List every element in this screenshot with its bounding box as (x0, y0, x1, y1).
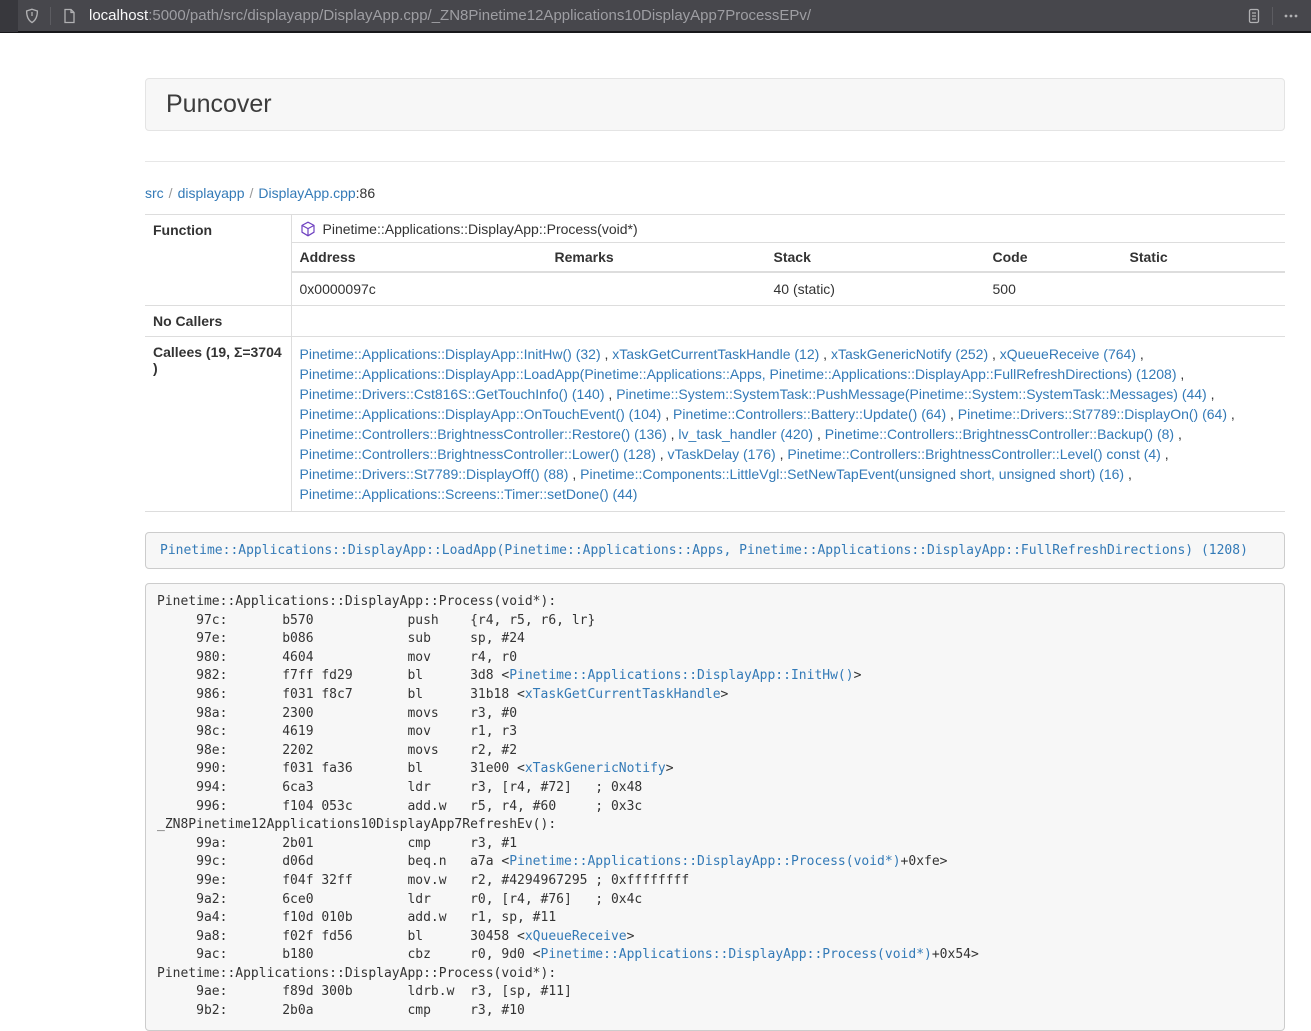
no-callers-row: No Callers (145, 306, 1285, 337)
code-value: 500 (985, 272, 1122, 305)
stack-value: 40 (static) (766, 272, 985, 305)
no-callers-label: No Callers (145, 306, 291, 337)
callee-link[interactable]: vTaskDelay (176) (668, 446, 776, 462)
symbol-link[interactable]: xTaskGenericNotify (525, 761, 666, 776)
function-label: Function (145, 215, 291, 306)
callee-separator: , (568, 466, 580, 482)
remarks-value (547, 272, 766, 305)
callees-label: Callees (19, Σ=3704 ) (145, 337, 291, 512)
breadcrumb-separator: / (169, 185, 173, 201)
callee-separator: , (601, 346, 613, 362)
highlighted-callee-panel: Pinetime::Applications::DisplayApp::Load… (145, 532, 1285, 569)
callee-link[interactable]: Pinetime::Drivers::St7789::DisplayOn() (… (958, 406, 1227, 422)
shield-icon[interactable] (18, 4, 46, 28)
cube-symbol-icon (300, 221, 316, 237)
col-static: Static (1122, 243, 1286, 273)
page-identity-icon[interactable] (55, 4, 83, 28)
callee-link[interactable]: Pinetime::Drivers::Cst816S::GetTouchInfo… (300, 386, 605, 402)
callee-separator: , (1207, 386, 1215, 402)
callee-separator: , (813, 426, 825, 442)
breadcrumb-line-number: :86 (356, 185, 375, 201)
stats-header-row: Address Remarks Stack Code Static (292, 243, 1286, 273)
callee-link[interactable]: Pinetime::Drivers::St7789::DisplayOff() … (300, 466, 569, 482)
callee-separator: , (1176, 366, 1184, 382)
col-code: Code (985, 243, 1122, 273)
toolbar-divider (50, 7, 51, 25)
function-stats-table: Address Remarks Stack Code Static 0x0000… (292, 242, 1286, 305)
callee-link[interactable]: lv_task_handler (420) (678, 426, 813, 442)
callee-link[interactable]: xTaskGenericNotify (252) (831, 346, 988, 362)
col-remarks: Remarks (547, 243, 766, 273)
function-title: Pinetime::Applications::DisplayApp::Proc… (292, 215, 1286, 242)
callee-separator: , (1136, 346, 1144, 362)
app-title-text: Puncover (166, 90, 272, 118)
callee-link[interactable]: Pinetime::Applications::DisplayApp::Init… (300, 346, 601, 362)
breadcrumb-separator: / (250, 185, 254, 201)
callee-link[interactable]: xQueueReceive (764) (1000, 346, 1136, 362)
callees-list: Pinetime::Applications::DisplayApp::Init… (291, 337, 1285, 512)
callee-separator: , (946, 406, 958, 422)
callee-separator: , (819, 346, 831, 362)
callee-link[interactable]: Pinetime::Controllers::BrightnessControl… (787, 446, 1160, 462)
breadcrumb: src/displayapp/DisplayApp.cpp:86 (145, 185, 1285, 201)
page-container: Puncover src/displayapp/DisplayApp.cpp:8… (145, 78, 1285, 1031)
callee-separator: , (667, 426, 679, 442)
callee-separator: , (1227, 406, 1235, 422)
no-callers-value (291, 306, 1285, 337)
address-value: 0x0000097c (292, 272, 547, 305)
callee-separator: , (1161, 446, 1169, 462)
callee-separator: , (1124, 466, 1132, 482)
callee-link[interactable]: Pinetime::Applications::DisplayApp::OnTo… (300, 406, 662, 422)
callees-row: Callees (19, Σ=3704 ) Pinetime::Applicat… (145, 337, 1285, 512)
callee-link[interactable]: Pinetime::Components::LittleVgl::SetNewT… (580, 466, 1124, 482)
symbol-link[interactable]: xTaskGetCurrentTaskHandle (525, 687, 721, 702)
menu-ellipsis-icon[interactable] (1277, 4, 1305, 28)
breadcrumb-displayapp-link[interactable]: displayapp (178, 185, 245, 201)
function-info-table: Function Pinetime::Applications::Display… (145, 214, 1285, 512)
function-row: Function Pinetime::Applications::Display… (145, 215, 1285, 306)
symbol-link[interactable]: xQueueReceive (525, 929, 627, 944)
callee-separator: , (661, 406, 673, 422)
col-stack: Stack (766, 243, 985, 273)
callee-link[interactable]: Pinetime::Applications::Screens::Timer::… (300, 486, 638, 502)
page-title: Puncover (145, 78, 1285, 131)
breadcrumb-src-link[interactable]: src (145, 185, 164, 201)
disassembly-block: Pinetime::Applications::DisplayApp::Proc… (145, 583, 1285, 1031)
static-value (1122, 272, 1286, 305)
url-path: :5000/path/src/displayapp/DisplayApp.cpp… (148, 7, 811, 24)
reader-mode-icon[interactable] (1240, 4, 1268, 28)
url-host: localhost (89, 7, 148, 24)
browser-address-bar[interactable]: localhost:5000/path/src/displayapp/Displ… (0, 0, 1311, 33)
divider (145, 161, 1285, 162)
stats-value-row: 0x0000097c 40 (static) 500 (292, 272, 1286, 305)
callee-link[interactable]: Pinetime::Applications::DisplayApp::Load… (300, 366, 1177, 382)
callee-separator: , (1174, 426, 1182, 442)
callee-link[interactable]: Pinetime::Controllers::BrightnessControl… (300, 446, 656, 462)
window-edge (0, 0, 18, 32)
callee-separator: , (656, 446, 668, 462)
callee-link[interactable]: xTaskGetCurrentTaskHandle (12) (612, 346, 819, 362)
function-name: Pinetime::Applications::DisplayApp::Proc… (323, 221, 638, 237)
loadapp-link[interactable]: Pinetime::Applications::DisplayApp::Load… (160, 543, 1248, 558)
callee-separator: , (776, 446, 788, 462)
breadcrumb-file-link[interactable]: DisplayApp.cpp (258, 185, 355, 201)
callee-link[interactable]: Pinetime::Controllers::Battery::Update()… (673, 406, 946, 422)
callee-separator: , (605, 386, 617, 402)
col-address: Address (292, 243, 547, 273)
toolbar-divider (1272, 7, 1273, 25)
symbol-link[interactable]: Pinetime::Applications::DisplayApp::Proc… (509, 854, 900, 869)
symbol-link[interactable]: Pinetime::Applications::DisplayApp::Proc… (541, 947, 932, 962)
callee-link[interactable]: Pinetime::Controllers::BrightnessControl… (300, 426, 667, 442)
url-input[interactable]: localhost:5000/path/src/displayapp/Displ… (89, 7, 1240, 24)
callee-link[interactable]: Pinetime::Controllers::BrightnessControl… (825, 426, 1174, 442)
callee-link[interactable]: Pinetime::System::SystemTask::PushMessag… (616, 386, 1207, 402)
symbol-link[interactable]: Pinetime::Applications::DisplayApp::Init… (509, 668, 853, 683)
callee-separator: , (988, 346, 1000, 362)
